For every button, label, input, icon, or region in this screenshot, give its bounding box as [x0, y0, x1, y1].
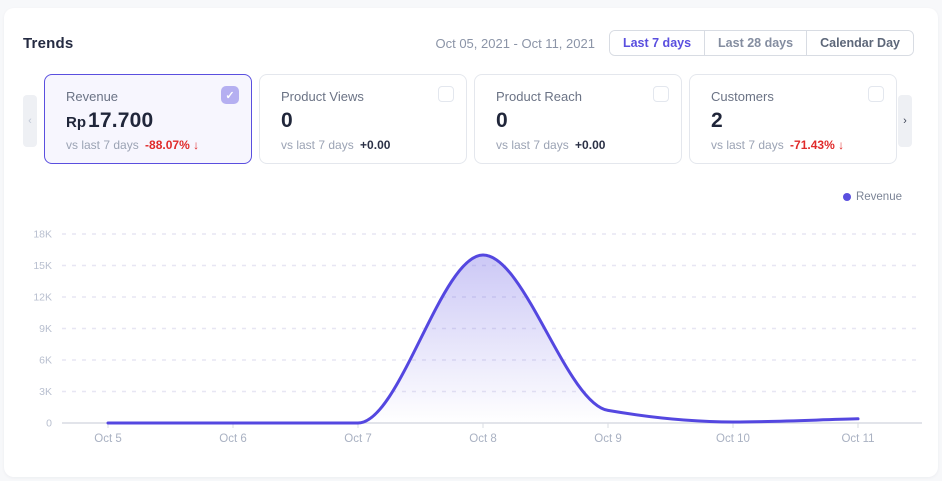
- metric-value: 2: [711, 109, 884, 134]
- date-range-segmented-control: Last 7 days Last 28 days Calendar Day: [609, 30, 914, 56]
- metric-checkbox-unchecked[interactable]: [438, 86, 454, 102]
- compare-label: vs last 7 days: [281, 138, 354, 152]
- svg-text:3K: 3K: [39, 386, 52, 398]
- check-icon: ✓: [225, 89, 234, 102]
- carousel-next-button[interactable]: ›: [898, 95, 912, 147]
- svg-text:0: 0: [46, 418, 52, 430]
- value-number: 2: [711, 109, 723, 132]
- metric-compare: vs last 7 days +0.00: [496, 138, 669, 152]
- panel-header: Trends Oct 05, 2021 - Oct 11, 2021 Last …: [4, 8, 938, 56]
- svg-text:12K: 12K: [33, 292, 52, 304]
- delta-value: -71.43% ↓: [790, 138, 844, 152]
- value-number: 17.700: [88, 109, 153, 132]
- currency-label: Rp: [66, 114, 86, 131]
- metric-checkbox-unchecked[interactable]: [653, 86, 669, 102]
- svg-text:18K: 18K: [33, 229, 52, 241]
- metric-card-customers[interactable]: Customers 2 vs last 7 days -71.43% ↓: [689, 74, 897, 164]
- date-range-label: Oct 05, 2021 - Oct 11, 2021: [435, 36, 594, 51]
- header-controls: Oct 05, 2021 - Oct 11, 2021 Last 7 days …: [435, 30, 914, 56]
- svg-text:Oct 5: Oct 5: [94, 433, 121, 445]
- range-button-last-7-days[interactable]: Last 7 days: [610, 31, 704, 55]
- delta-value: +0.00: [575, 138, 605, 152]
- chart-legend: Revenue: [843, 191, 902, 203]
- metric-value: Rp17.700: [66, 109, 239, 134]
- trends-chart-svg: 0 3K 6K 9K 12K 15K 18K Oct 5 Oct 6 Oct 7 Oct 8 Oct …: [4, 218, 938, 463]
- metric-card-revenue[interactable]: Revenue ✓ Rp17.700 vs last 7 days -88.07…: [44, 74, 252, 164]
- value-number: 0: [496, 109, 508, 132]
- compare-label: vs last 7 days: [66, 138, 139, 152]
- card-top: Product Views: [281, 86, 454, 104]
- chevron-left-icon: ‹: [28, 115, 32, 127]
- delta-value: -88.07% ↓: [145, 138, 199, 152]
- legend-item-revenue[interactable]: Revenue: [843, 191, 902, 203]
- metric-title: Customers: [711, 89, 774, 104]
- card-top: Customers: [711, 86, 884, 104]
- delta-value: +0.00: [360, 138, 390, 152]
- svg-text:9K: 9K: [39, 323, 52, 335]
- legend-label: Revenue: [856, 191, 902, 203]
- metric-checkbox-checked[interactable]: ✓: [221, 86, 239, 104]
- card-top: Revenue ✓: [66, 86, 239, 104]
- trends-panel: Trends Oct 05, 2021 - Oct 11, 2021 Last …: [4, 8, 938, 477]
- metric-title: Product Views: [281, 89, 364, 104]
- svg-text:Oct 9: Oct 9: [594, 433, 621, 445]
- svg-text:Oct 7: Oct 7: [344, 433, 371, 445]
- range-button-last-28-days[interactable]: Last 28 days: [704, 31, 806, 55]
- card-top: Product Reach: [496, 86, 669, 104]
- metric-compare: vs last 7 days -88.07% ↓: [66, 138, 239, 152]
- metric-title: Revenue: [66, 89, 118, 104]
- svg-text:Oct 8: Oct 8: [469, 433, 496, 445]
- svg-text:Oct 11: Oct 11: [841, 433, 874, 445]
- metric-value: 0: [281, 109, 454, 134]
- page-title: Trends: [23, 35, 73, 52]
- metric-card-product-reach[interactable]: Product Reach 0 vs last 7 days +0.00: [474, 74, 682, 164]
- svg-text:15K: 15K: [33, 260, 52, 272]
- trends-chart: 0 3K 6K 9K 12K 15K 18K Oct 5 Oct 6 Oct 7 Oct 8 Oct …: [4, 218, 938, 463]
- metric-card-product-views[interactable]: Product Views 0 vs last 7 days +0.00: [259, 74, 467, 164]
- metric-title: Product Reach: [496, 89, 582, 104]
- compare-label: vs last 7 days: [711, 138, 784, 152]
- metric-checkbox-unchecked[interactable]: [868, 86, 884, 102]
- legend-dot-icon: [843, 193, 851, 201]
- svg-text:Oct 6: Oct 6: [219, 433, 246, 445]
- value-number: 0: [281, 109, 293, 132]
- metric-value: 0: [496, 109, 669, 134]
- chevron-right-icon: ›: [903, 115, 907, 127]
- metric-cards-row: Revenue ✓ Rp17.700 vs last 7 days -88.07…: [44, 74, 897, 164]
- carousel-prev-button[interactable]: ‹: [23, 95, 37, 147]
- svg-text:6K: 6K: [39, 355, 52, 367]
- metric-compare: vs last 7 days +0.00: [281, 138, 454, 152]
- svg-text:Oct 10: Oct 10: [716, 433, 750, 445]
- compare-label: vs last 7 days: [496, 138, 569, 152]
- range-button-calendar-day[interactable]: Calendar Day: [806, 31, 913, 55]
- metric-compare: vs last 7 days -71.43% ↓: [711, 138, 884, 152]
